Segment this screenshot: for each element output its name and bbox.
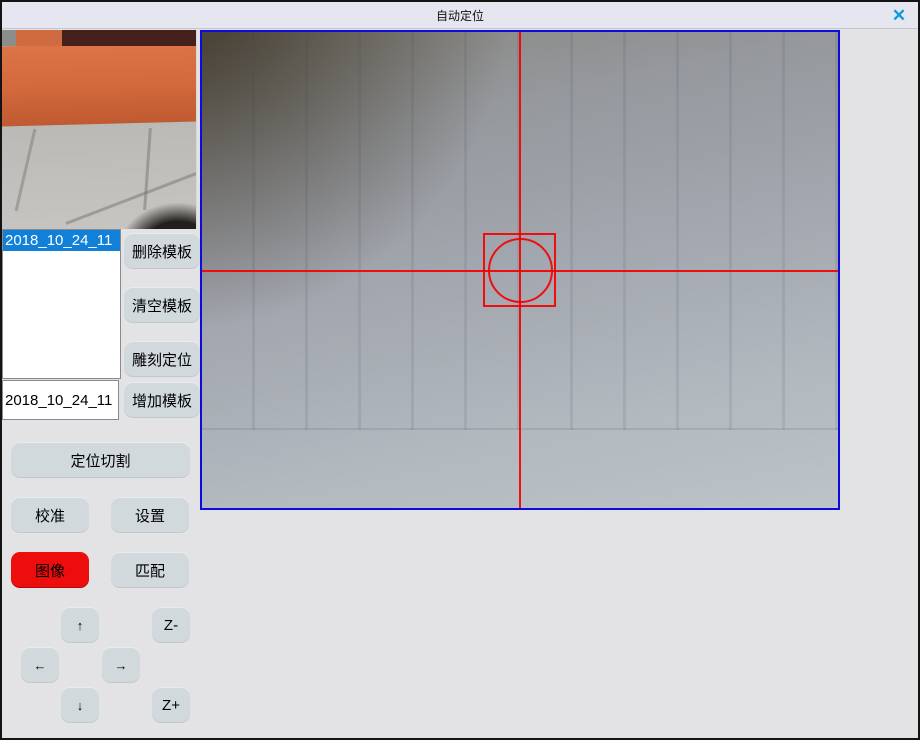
- thumb-top-strip: [2, 30, 196, 46]
- target-circle: [488, 238, 553, 303]
- jog-up-button[interactable]: ↑: [61, 607, 99, 643]
- thumb-tile-line: [143, 128, 152, 210]
- template-preview-image: [2, 30, 197, 229]
- camera-view[interactable]: [200, 30, 840, 510]
- jog-z-minus-button[interactable]: Z-: [152, 607, 190, 643]
- jog-right-button[interactable]: →: [102, 647, 140, 683]
- match-button[interactable]: 匹配: [111, 552, 189, 588]
- jog-z-plus-button[interactable]: Z+: [152, 687, 190, 723]
- window-title: 自动定位: [436, 7, 484, 24]
- title-bar: 自动定位 ✕: [2, 2, 918, 29]
- add-template-button[interactable]: 增加模板: [124, 382, 200, 418]
- engrave-position-button[interactable]: 雕刻定位: [124, 341, 200, 377]
- clear-template-button[interactable]: 清空模板: [124, 287, 200, 323]
- settings-button[interactable]: 设置: [111, 497, 189, 533]
- position-cut-button[interactable]: 定位切割: [11, 442, 190, 478]
- thumb-orange-beam: [2, 41, 197, 127]
- calibrate-button[interactable]: 校准: [11, 497, 89, 533]
- delete-template-button[interactable]: 删除模板: [124, 233, 200, 269]
- thumb-dark-object: [118, 202, 197, 229]
- template-list-item[interactable]: 2018_10_24_11: [3, 230, 120, 251]
- template-name-input[interactable]: [2, 380, 119, 420]
- template-list[interactable]: 2018_10_24_11: [2, 229, 121, 379]
- auto-position-window: 自动定位 ✕ 2018_10_24_11 删除模板 清空模板 雕刻定位 增加模板…: [0, 0, 920, 740]
- thumb-tile-line: [15, 129, 37, 212]
- jog-down-button[interactable]: ↓: [61, 687, 99, 723]
- jog-left-button[interactable]: ←: [21, 647, 59, 683]
- close-icon[interactable]: ✕: [886, 4, 912, 27]
- image-button[interactable]: 图像: [11, 552, 89, 588]
